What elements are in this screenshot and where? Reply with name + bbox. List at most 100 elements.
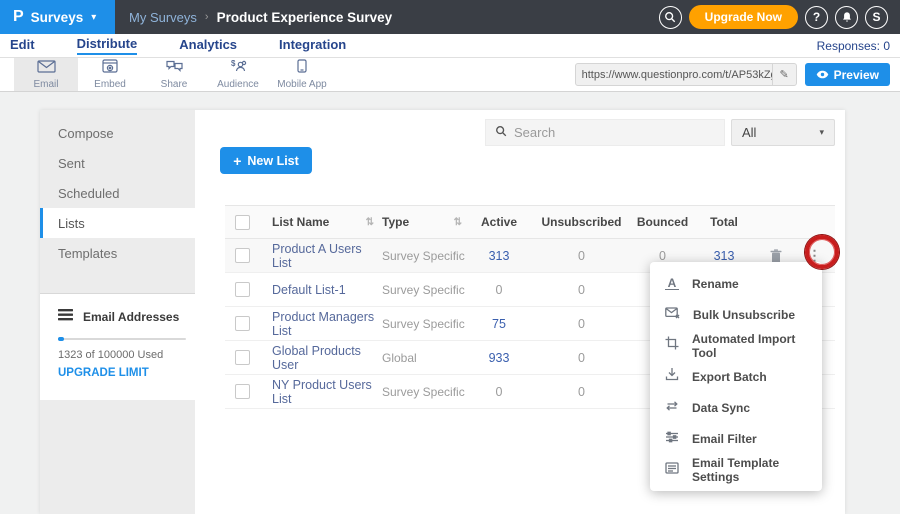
help-icon[interactable]: ?: [805, 6, 828, 29]
email-filter-icon: [665, 430, 679, 448]
bulk-unsubscribe-icon: [665, 306, 680, 324]
share-icon: [166, 59, 183, 78]
sort-icon[interactable]: ⇅: [366, 217, 374, 228]
unsubscribed-count: 0: [528, 283, 635, 297]
list-name-link[interactable]: Default List-1: [272, 283, 382, 297]
menu-item-automated-import-tool[interactable]: Automated Import Tool: [650, 330, 822, 361]
email-sidebar: Compose Sent Scheduled Lists Templates E…: [40, 110, 195, 514]
new-list-button[interactable]: + New List: [220, 147, 312, 174]
tab-integration[interactable]: Integration: [279, 37, 346, 54]
upgrade-now-button[interactable]: Upgrade Now: [689, 5, 798, 29]
email-template-settings-icon: [665, 461, 679, 479]
menu-item-data-sync[interactable]: Data Sync: [650, 392, 822, 423]
list-name-link[interactable]: Global Products User: [272, 344, 382, 372]
sidebar-item-sent[interactable]: Sent: [40, 148, 195, 178]
row-checkbox[interactable]: [235, 384, 250, 399]
surveys-product-switcher[interactable]: P Surveys ▾: [0, 0, 115, 34]
mobile-app-icon: [297, 59, 307, 78]
menu-item-export-batch[interactable]: Export Batch: [650, 361, 822, 392]
survey-url-area: https://www.questionpro.com/t/AP53kZgfo …: [575, 58, 900, 91]
list-name-link[interactable]: Product A Users List: [272, 242, 382, 270]
toolbar-item-mobile-app[interactable]: Mobile App: [270, 58, 334, 91]
active-count[interactable]: 0: [470, 283, 528, 297]
questionpro-distribute-screen: P Surveys ▾ My Surveys › Product Experie…: [0, 0, 900, 514]
column-unsubscribed: Unsubscribed: [528, 215, 635, 229]
total-count[interactable]: 313: [690, 249, 758, 263]
active-count[interactable]: 933: [470, 351, 528, 365]
menu-item-rename[interactable]: A Rename: [650, 268, 822, 299]
export-batch-icon: [665, 367, 679, 386]
tab-edit[interactable]: Edit: [10, 37, 35, 54]
svg-text:$: $: [231, 59, 236, 68]
survey-nav: Edit Distribute Analytics Integration Re…: [0, 34, 900, 58]
search-icon[interactable]: [659, 6, 682, 29]
sidebar-item-scheduled[interactable]: Scheduled: [40, 178, 195, 208]
responses-count[interactable]: Responses: 0: [817, 39, 890, 53]
unsubscribed-count: 0: [528, 351, 635, 365]
menu-item-bulk-unsubscribe[interactable]: Bulk Unsubscribe: [650, 299, 822, 330]
notifications-bell-icon[interactable]: [835, 6, 858, 29]
tab-distribute[interactable]: Distribute: [77, 36, 138, 55]
toolbar-item-label: Audience: [217, 79, 259, 90]
list-name-link[interactable]: Product Managers List: [272, 310, 382, 338]
chevron-down-icon: ▾: [91, 12, 96, 23]
row-checkbox[interactable]: [235, 282, 250, 297]
preview-button[interactable]: Preview: [805, 63, 890, 86]
user-avatar[interactable]: S: [865, 6, 888, 29]
active-count[interactable]: 313: [470, 249, 528, 263]
list-type: Survey Specific: [382, 317, 470, 331]
email-addresses-title: Email Addresses: [83, 310, 179, 324]
column-list-name: List Name⇅: [272, 215, 382, 229]
sidebar-item-templates[interactable]: Templates: [40, 238, 195, 268]
unsubscribed-count: 0: [528, 317, 635, 331]
menu-item-email-template-settings[interactable]: Email Template Settings: [650, 454, 822, 485]
row-checkbox[interactable]: [235, 316, 250, 331]
distribute-toolbar: Email Embed Share $ Audience Mobile App …: [0, 58, 900, 92]
email-sidebar-nav: Compose Sent Scheduled Lists Templates: [40, 110, 195, 268]
email-usage-progress-fill: [58, 337, 64, 341]
new-list-label: New List: [247, 154, 298, 168]
list-type: Global: [382, 351, 470, 365]
list-type: Survey Specific: [382, 249, 470, 263]
breadcrumb: My Surveys › Product Experience Survey: [129, 10, 659, 25]
search-input[interactable]: [514, 125, 715, 140]
toolbar-item-audience[interactable]: $ Audience: [206, 58, 270, 91]
embed-icon: [102, 59, 118, 78]
active-count[interactable]: 75: [470, 317, 528, 331]
data-sync-icon: [665, 399, 679, 417]
toolbar-item-share[interactable]: Share: [142, 58, 206, 91]
questionpro-logo: P: [13, 8, 24, 26]
breadcrumb-my-surveys[interactable]: My Surveys: [129, 10, 197, 25]
delete-list-trash-icon[interactable]: [758, 249, 794, 263]
list-filter-dropdown[interactable]: All ▾: [731, 119, 835, 146]
toolbar-item-label: Share: [161, 79, 188, 90]
plus-icon: +: [233, 153, 241, 169]
list-type: Survey Specific: [382, 385, 470, 399]
unsubscribed-count: 0: [528, 385, 635, 399]
rename-icon: A: [665, 278, 679, 290]
tab-analytics[interactable]: Analytics: [179, 37, 237, 54]
list-actions-context-menu: A Rename Bulk Unsubscribe Automated Impo…: [650, 262, 822, 491]
sidebar-item-compose[interactable]: Compose: [40, 118, 195, 148]
email-addresses-header: Email Addresses: [58, 308, 183, 326]
list-name-link[interactable]: NY Product Users List: [272, 378, 382, 406]
row-checkbox[interactable]: [235, 350, 250, 365]
column-total: Total: [690, 215, 758, 229]
column-active: Active: [470, 215, 528, 229]
breadcrumb-separator-icon: ›: [205, 11, 209, 23]
select-all-checkbox[interactable]: [235, 215, 250, 230]
sidebar-item-lists[interactable]: Lists: [40, 208, 195, 238]
toolbar-item-email[interactable]: Email: [14, 58, 78, 91]
row-checkbox[interactable]: [235, 248, 250, 263]
upgrade-limit-link[interactable]: UPGRADE LIMIT: [58, 367, 183, 379]
list-stack-icon: [58, 308, 73, 326]
menu-item-email-filter[interactable]: Email Filter: [650, 423, 822, 454]
product-name: Surveys: [31, 10, 84, 25]
top-actions: Upgrade Now ? S: [659, 5, 900, 29]
edit-url-pencil-icon[interactable]: ✎: [772, 64, 796, 85]
sort-icon[interactable]: ⇅: [454, 217, 462, 228]
survey-url[interactable]: https://www.questionpro.com/t/AP53kZgfo: [576, 69, 772, 81]
toolbar-item-embed[interactable]: Embed: [78, 58, 142, 91]
column-type: Type⇅: [382, 215, 470, 229]
active-count[interactable]: 0: [470, 385, 528, 399]
